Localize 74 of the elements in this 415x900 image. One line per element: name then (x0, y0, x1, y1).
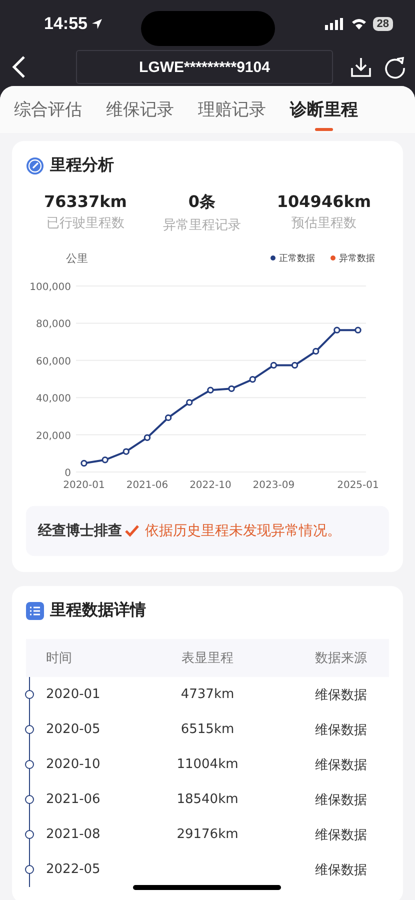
x-tick-label: 2025-01 (337, 480, 379, 488)
stat-label: 已行驶里程数 (46, 215, 124, 232)
tab[interactable]: 理赔记录 (198, 94, 266, 133)
table-cell-text: 维保数据 (314, 826, 368, 844)
table-cell-text: 维保数据 (314, 862, 368, 878)
tab[interactable]: 维保记录 (106, 94, 174, 133)
y-tick-label: 100,000 (30, 282, 71, 293)
data-point (334, 326, 340, 334)
table-cell: 2021-06 (46, 792, 100, 807)
table-cell: 11004km (176, 757, 238, 772)
data-point (102, 456, 108, 464)
legend-label: 异常数据 (339, 254, 375, 264)
column-header: 数据来源 (314, 650, 368, 667)
table-cell: 2021-08 (46, 827, 100, 842)
data-point (207, 386, 214, 394)
table-cell: 2020-05 (46, 722, 100, 737)
data-point (80, 460, 88, 467)
y-tick-label: 20,000 (36, 430, 71, 442)
refresh-button[interactable] (383, 55, 407, 79)
tab[interactable]: 综合评估 (14, 94, 82, 133)
status-time: 14:55 (44, 14, 88, 34)
data-point (164, 414, 172, 422)
location-arrow-icon (91, 18, 104, 30)
signal-icon (324, 18, 345, 30)
section-title: 里程分析 (50, 155, 114, 176)
stat-label: 预估里程数 (291, 215, 356, 232)
data-point (249, 376, 256, 383)
tab[interactable]: 诊断里程 (290, 94, 358, 133)
table-cell-text: 维保数据 (314, 686, 368, 704)
battery-level: 28 (372, 17, 393, 31)
data-point (270, 362, 278, 369)
notice-text: 依据历史里程未发现异常情况。 (145, 522, 341, 540)
stat-value: 76337km (44, 192, 127, 211)
legend-label: 正常数据 (279, 254, 315, 264)
axis-unit: 公里 (66, 252, 88, 265)
y-tick-label: 80,000 (36, 319, 71, 330)
section-title: 里程数据详情 (50, 600, 146, 621)
check-icon (125, 525, 139, 537)
data-point (228, 385, 235, 392)
stat-value: 0条 (188, 192, 216, 213)
wifi-icon (350, 18, 367, 30)
column-header: 时间 (45, 650, 73, 667)
y-tick-label: 60,000 (36, 356, 71, 368)
download-button[interactable] (349, 55, 373, 79)
column-header: 表显里程 (180, 650, 234, 667)
y-tick-label: 40,000 (36, 394, 71, 405)
table-cell-text: 维保数据 (314, 792, 368, 808)
x-tick-label: 2023-09 (252, 480, 295, 488)
vin-field[interactable]: LGWE*********9104 (76, 50, 333, 84)
x-tick-label: 2020-01 (63, 480, 105, 488)
table-cell: 2022-05 (46, 862, 100, 877)
data-point (144, 434, 151, 441)
table-cell: 4737km (180, 687, 234, 702)
table-cell-text: 维保数据 (314, 756, 368, 774)
stat-label: 异常里程记录 (162, 217, 241, 234)
data-point (312, 348, 320, 355)
back-button[interactable] (12, 55, 26, 79)
data-point (186, 399, 193, 406)
y-tick-label: 0 (64, 468, 71, 479)
data-point (122, 448, 130, 455)
list-icon (26, 602, 44, 620)
data-point (354, 326, 362, 334)
table-cell-text: 维保数据 (314, 722, 368, 738)
table-cell: 29176km (176, 827, 238, 842)
stat-value: 104946km (276, 192, 372, 211)
data-point (291, 362, 298, 369)
x-tick-label: 2021-06 (126, 480, 168, 488)
gauge-icon (26, 156, 44, 174)
table-cell: 6515km (180, 722, 234, 737)
table-cell: 18540km (176, 792, 238, 807)
notice-lead: 经查博士排查 (38, 522, 122, 540)
table-cell: 2020-01 (46, 687, 100, 702)
table-cell: 2020-10 (46, 757, 100, 772)
x-tick-label: 2022-10 (190, 480, 232, 488)
